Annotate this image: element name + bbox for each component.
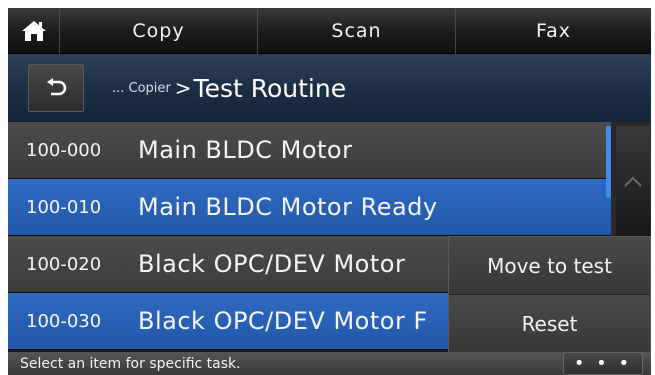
back-button[interactable]	[28, 64, 84, 112]
list-item[interactable]: 100-000 Main BLDC Motor	[8, 122, 611, 179]
reset-button[interactable]: Reset	[449, 295, 650, 353]
back-arrow-icon	[47, 78, 67, 96]
item-name: Black OPC/DEV Motor F	[138, 307, 428, 335]
scrollbar[interactable]	[606, 126, 611, 198]
page-title: Test Routine	[193, 73, 347, 103]
item-name: Main BLDC Motor Ready	[138, 193, 438, 221]
breadcrumb-parent[interactable]: ... Copier	[112, 81, 171, 96]
scroll-up-button[interactable]	[616, 126, 650, 238]
item-code: 100-010	[26, 196, 102, 218]
printer-panel-screen: Copy Scan Fax ... Copier > Test Routine …	[8, 8, 651, 375]
breadcrumb-separator: >	[174, 76, 192, 100]
breadcrumb: ... Copier > Test Routine	[8, 54, 651, 122]
home-icon	[21, 20, 46, 41]
status-message: Select an item for specific task.	[20, 355, 241, 372]
more-options-button[interactable]: • • •	[563, 352, 643, 375]
item-name: Main BLDC Motor	[138, 136, 353, 164]
tab-copy[interactable]: Copy	[60, 8, 258, 54]
item-code: 100-020	[26, 253, 102, 275]
status-bar: Select an item for specific task. • • •	[8, 352, 651, 375]
top-nav-bar: Copy Scan Fax	[8, 8, 651, 54]
tab-scan[interactable]: Scan	[258, 8, 456, 54]
item-code: 100-000	[26, 139, 102, 161]
item-code: 100-030	[26, 310, 102, 332]
tab-fax[interactable]: Fax	[456, 8, 651, 54]
move-to-test-button[interactable]: Move to test	[449, 237, 650, 295]
item-name: Black OPC/DEV Motor	[138, 250, 406, 278]
home-button[interactable]	[8, 8, 60, 54]
context-menu: Move to test Reset	[448, 236, 651, 356]
list-item[interactable]: 100-010 Main BLDC Motor Ready	[8, 179, 611, 236]
chevron-up-icon	[624, 176, 642, 187]
